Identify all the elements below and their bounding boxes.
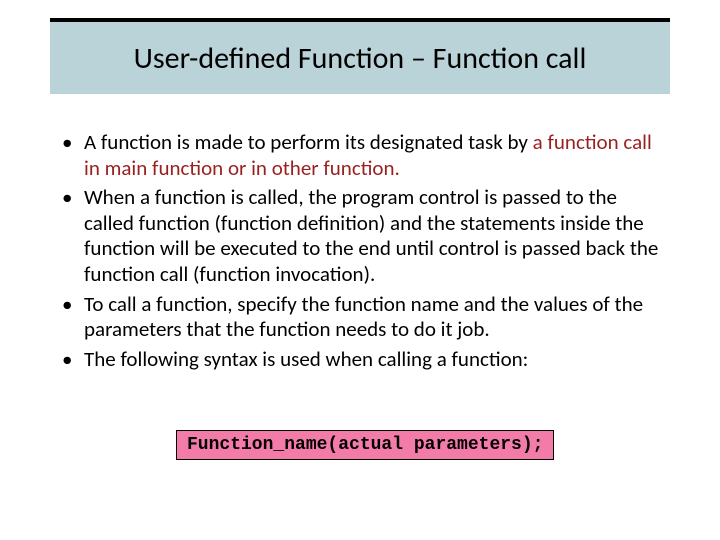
- body-content: A function is made to perform its design…: [54, 130, 666, 376]
- bullet-list: A function is made to perform its design…: [54, 130, 666, 372]
- bullet-text: When a function is called, the program c…: [84, 184, 658, 287]
- slide-title: User-defined Function – Function call: [134, 40, 587, 77]
- bullet-text: A function is made to perform its design…: [84, 129, 533, 155]
- list-item: A function is made to perform its design…: [54, 130, 666, 181]
- syntax-text: Function_name(actual parameters);: [187, 435, 543, 455]
- bullet-text: The following syntax is used when callin…: [84, 346, 528, 372]
- list-item: The following syntax is used when callin…: [54, 347, 666, 373]
- syntax-box: Function_name(actual parameters);: [176, 430, 554, 460]
- title-box: User-defined Function – Function call: [50, 18, 670, 94]
- list-item: To call a function, specify the function…: [54, 292, 666, 343]
- bullet-text: To call a function, specify the function…: [84, 291, 643, 343]
- list-item: When a function is called, the program c…: [54, 185, 666, 287]
- slide: User-defined Function – Function call A …: [0, 0, 720, 540]
